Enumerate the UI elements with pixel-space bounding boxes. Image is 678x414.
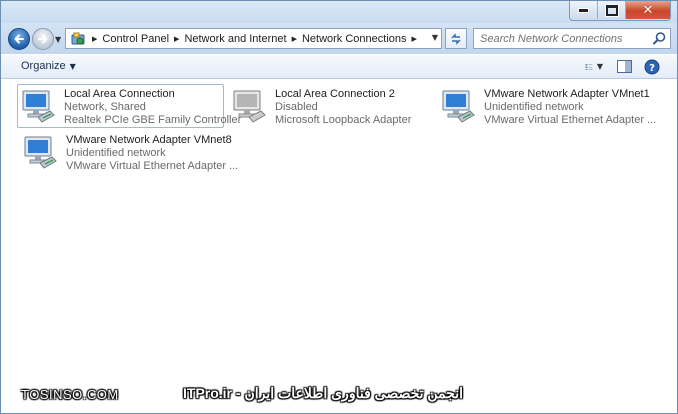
organize-label: Organize <box>21 60 66 72</box>
close-icon: ✕ <box>642 2 654 18</box>
navigation-bar: ▼ ▶ Control Panel ▶ Network and Internet… <box>1 23 677 54</box>
connection-name: Local Area Connection 2 <box>275 88 395 100</box>
breadcrumb-network-connections[interactable]: Network Connections <box>302 33 407 45</box>
caption-buttons: ✕ <box>569 1 671 21</box>
connection-item-vmnet8[interactable]: VMware Network Adapter VMnet8 Unidentifi… <box>19 130 238 174</box>
maximize-icon <box>605 4 618 16</box>
breadcrumb-separator[interactable]: ▶ <box>92 35 97 43</box>
address-bar[interactable]: ▶ Control Panel ▶ Network and Internet ▶… <box>65 28 442 49</box>
network-folder-icon <box>69 31 87 46</box>
title-bar[interactable]: ✕ <box>1 1 677 23</box>
connection-device: VMware Virtual Ethernet Adapter ... <box>484 114 657 126</box>
connection-status: Unidentified network <box>484 101 584 113</box>
command-bar: Organize ▼ ▼ ? <box>1 54 677 79</box>
search-input[interactable] <box>474 29 648 48</box>
preview-pane-icon <box>616 60 632 73</box>
connection-item-local-area-connection[interactable]: Local Area Connection Network, Shared Re… <box>17 84 241 128</box>
search-box[interactable] <box>473 28 671 49</box>
connection-device: VMware Virtual Ethernet Adapter ... <box>66 160 239 172</box>
organize-button[interactable]: Organize ▼ <box>21 60 76 72</box>
connection-status: Network, Shared <box>64 101 146 113</box>
search-icon[interactable] <box>652 31 667 46</box>
recent-pages-dropdown[interactable]: ▼ <box>55 35 61 44</box>
network-adapter-icon <box>24 136 57 169</box>
back-arrow-icon <box>14 34 24 44</box>
connection-device: Realtek PCIe GBE Family Controller <box>64 114 242 126</box>
breadcrumb-separator[interactable]: ▶ <box>412 35 417 43</box>
minimize-button[interactable] <box>570 1 598 19</box>
breadcrumb-control-panel[interactable]: Control Panel <box>102 33 169 45</box>
connection-texts: VMware Network Adapter VMnet1 Unidentifi… <box>484 88 656 127</box>
connection-status: Disabled <box>275 101 318 113</box>
help-icon: ? <box>644 59 660 74</box>
forward-arrow-icon <box>38 34 48 44</box>
connection-name: VMware Network Adapter VMnet1 <box>484 88 650 100</box>
watermark-caption: انجمن تخصصی فناوری اطلاعات ایران - ITPro… <box>183 385 464 401</box>
connection-texts: Local Area Connection Network, Shared Re… <box>64 88 241 127</box>
connection-device: Microsoft Loopback Adapter <box>275 114 412 126</box>
refresh-button[interactable] <box>445 28 467 49</box>
close-button[interactable]: ✕ <box>626 1 670 19</box>
breadcrumb-separator[interactable]: ▶ <box>292 35 297 43</box>
change-view-icon <box>585 63 593 70</box>
change-view-button[interactable]: ▼ <box>585 58 603 75</box>
preview-pane-button[interactable] <box>615 58 633 75</box>
breadcrumb-separator[interactable]: ▶ <box>174 35 179 43</box>
connection-status: Unidentified network <box>66 147 166 159</box>
network-adapter-icon <box>22 90 55 123</box>
address-history-dropdown[interactable]: ▼ <box>432 33 438 42</box>
connection-texts: VMware Network Adapter VMnet8 Unidentifi… <box>66 134 238 173</box>
refresh-icon <box>451 32 461 45</box>
watermark-site: TOSINSO.COM <box>21 387 119 402</box>
connection-item-local-area-connection-2[interactable]: Local Area Connection 2 Disabled Microso… <box>228 84 433 128</box>
help-button[interactable]: ? <box>643 58 661 75</box>
network-connections-window: ✕ ▼ ▶ Control Panel ▶ Network and Intern… <box>0 0 678 414</box>
breadcrumb-network-and-internet[interactable]: Network and Internet <box>184 33 286 45</box>
back-button[interactable] <box>8 28 30 50</box>
network-adapter-disabled-icon <box>233 90 266 123</box>
command-bar-tools: ▼ ? <box>579 58 661 75</box>
view-options-dropdown[interactable]: ▼ <box>597 62 603 71</box>
maximize-button[interactable] <box>598 1 626 19</box>
connections-list: Local Area Connection Network, Shared Re… <box>1 79 677 413</box>
svg-text:?: ? <box>649 63 655 74</box>
connection-texts: Local Area Connection 2 Disabled Microso… <box>275 88 411 127</box>
connection-name: VMware Network Adapter VMnet8 <box>66 134 232 146</box>
network-adapter-icon <box>442 90 475 123</box>
connection-item-vmnet1[interactable]: VMware Network Adapter VMnet1 Unidentifi… <box>437 84 656 128</box>
chevron-down-icon: ▼ <box>69 61 76 71</box>
minimize-icon <box>578 7 589 13</box>
forward-button[interactable] <box>32 28 54 50</box>
connection-name: Local Area Connection <box>64 88 175 100</box>
